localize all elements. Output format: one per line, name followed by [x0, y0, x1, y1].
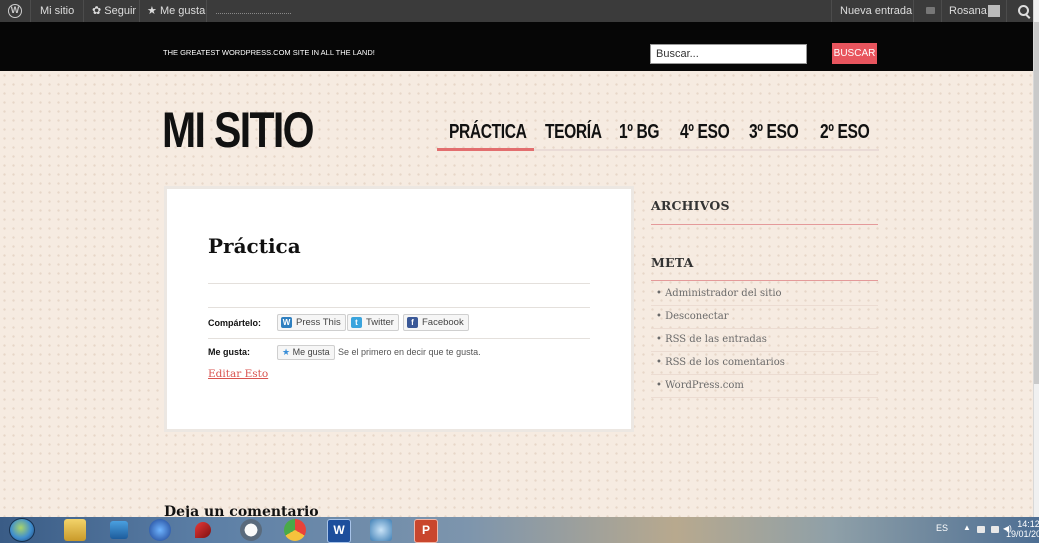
- twitter-share-button[interactable]: t Twitter: [347, 314, 399, 331]
- nav-item-4-eso[interactable]: 4º ESO: [680, 121, 730, 144]
- wordpress-icon: W: [281, 317, 292, 328]
- archives-underline: [651, 224, 878, 225]
- meta-item-wordpress[interactable]: • WordPress.com: [656, 380, 744, 391]
- divider: [651, 328, 878, 329]
- chrome-icon[interactable]: [284, 519, 306, 541]
- twitter-icon: t: [351, 317, 362, 328]
- star-icon: ★: [282, 347, 291, 357]
- divider: [1006, 0, 1007, 22]
- nav-item-2-eso[interactable]: 2º ESO: [820, 121, 870, 144]
- share-label: Compártelo:: [208, 318, 262, 328]
- language-indicator[interactable]: ES: [936, 523, 948, 533]
- meta-item-label: Desconectar: [665, 311, 729, 322]
- meta-item-label: RSS de las entradas: [665, 334, 767, 345]
- divider: [913, 0, 914, 22]
- wordpress-logo-icon[interactable]: W: [8, 4, 22, 18]
- like-button[interactable]: ★ Me gusta: [277, 345, 335, 360]
- like-label: Me gusta:: [208, 347, 251, 357]
- explorer-icon[interactable]: [64, 519, 86, 541]
- clock[interactable]: 14:12 19/01/2013: [1006, 519, 1039, 539]
- post-card: [164, 186, 634, 432]
- network-icon[interactable]: [991, 526, 999, 533]
- site-title[interactable]: MI SITIO: [162, 102, 315, 158]
- search-icon[interactable]: [1018, 5, 1029, 16]
- nav-item-practica[interactable]: PRÁCTICA: [449, 121, 527, 144]
- user-menu[interactable]: Rosana: [949, 0, 987, 22]
- divider: [208, 307, 590, 308]
- divider: [208, 283, 590, 284]
- nav-item-1-bg[interactable]: 1º BG: [619, 121, 660, 144]
- facebook-icon: f: [407, 317, 418, 328]
- search-button[interactable]: BUSCAR: [832, 43, 877, 64]
- press-this-label: Press This: [296, 317, 341, 328]
- my-site-link[interactable]: Mi sitio: [40, 0, 74, 22]
- meta-underline: [651, 280, 878, 281]
- word-icon[interactable]: W: [327, 519, 351, 543]
- like-status-text: Se el primero en decir que te gusta.: [338, 347, 481, 357]
- follow-button[interactable]: ✿ Seguir: [92, 0, 136, 22]
- clock-time: 14:12: [1017, 519, 1039, 529]
- meta-item-rss-comments[interactable]: • RSS de los comentarios: [656, 357, 785, 368]
- edit-post-link[interactable]: Editar Esto: [208, 368, 268, 380]
- scrollbar-thumb[interactable]: [1034, 22, 1039, 384]
- divider: [651, 351, 878, 352]
- site-tagline: THE GREATEST WORDPRESS.COM SITE IN ALL T…: [163, 48, 375, 57]
- meta-item-logout[interactable]: • Desconectar: [656, 311, 729, 322]
- pin-icon[interactable]: [195, 522, 211, 538]
- meta-item-label: RSS de los comentarios: [665, 357, 785, 368]
- nav-item-3-eso[interactable]: 3º ESO: [749, 121, 799, 144]
- network-app-icon[interactable]: [370, 519, 392, 541]
- top-header: [0, 22, 1039, 71]
- like-button-label: Me gusta: [292, 347, 330, 357]
- divider: [831, 0, 832, 22]
- taskbar: W P: [0, 517, 1039, 543]
- meta-item-rss-posts[interactable]: • RSS de las entradas: [656, 334, 767, 345]
- clock-icon[interactable]: [240, 519, 262, 541]
- messenger-icon[interactable]: [149, 519, 171, 541]
- display-icon[interactable]: [977, 526, 985, 533]
- new-post-link[interactable]: Nueva entrada: [840, 0, 912, 22]
- divider: [651, 374, 878, 375]
- archives-widget-title: ARCHIVOS: [651, 198, 730, 213]
- admin-search-field[interactable]: [216, 13, 291, 14]
- divider: [651, 397, 878, 398]
- follow-label: Seguir: [104, 5, 137, 17]
- avatar[interactable]: [988, 5, 1000, 17]
- meta-item-label: Administrador del sitio: [665, 288, 782, 299]
- search-input[interactable]: [650, 44, 807, 64]
- star-icon: ★: [147, 5, 157, 17]
- divider: [941, 0, 942, 22]
- media-player-icon[interactable]: [110, 521, 128, 539]
- nav-active-indicator: [437, 148, 534, 151]
- powerpoint-icon[interactable]: P: [414, 519, 438, 543]
- notifications-icon[interactable]: [926, 7, 935, 14]
- nav-item-teoria[interactable]: TEORÍA: [545, 121, 602, 144]
- divider: [208, 338, 590, 339]
- gear-icon: ✿: [92, 5, 102, 17]
- start-button[interactable]: [9, 518, 35, 542]
- divider: [83, 0, 84, 22]
- admin-bar: W Mi sitio ✿ Seguir ★ Me gusta Nueva ent…: [0, 0, 1039, 22]
- like-admin-button[interactable]: ★ Me gusta: [147, 0, 205, 22]
- press-this-button[interactable]: W Press This: [277, 314, 346, 331]
- meta-widget-title: META: [651, 255, 694, 270]
- facebook-share-button[interactable]: f Facebook: [403, 314, 469, 331]
- meta-item-label: WordPress.com: [665, 380, 744, 391]
- divider: [651, 305, 878, 306]
- facebook-label: Facebook: [422, 317, 464, 328]
- post-title[interactable]: Práctica: [208, 234, 301, 258]
- tray-expand-icon[interactable]: ▲: [963, 523, 971, 532]
- divider: [139, 0, 140, 22]
- divider: [206, 0, 207, 22]
- like-admin-label: Me gusta: [159, 5, 206, 17]
- divider: [30, 0, 31, 22]
- twitter-label: Twitter: [366, 317, 394, 328]
- clock-date: 19/01/2013: [1006, 529, 1039, 539]
- meta-item-admin[interactable]: • Administrador del sitio: [656, 288, 782, 299]
